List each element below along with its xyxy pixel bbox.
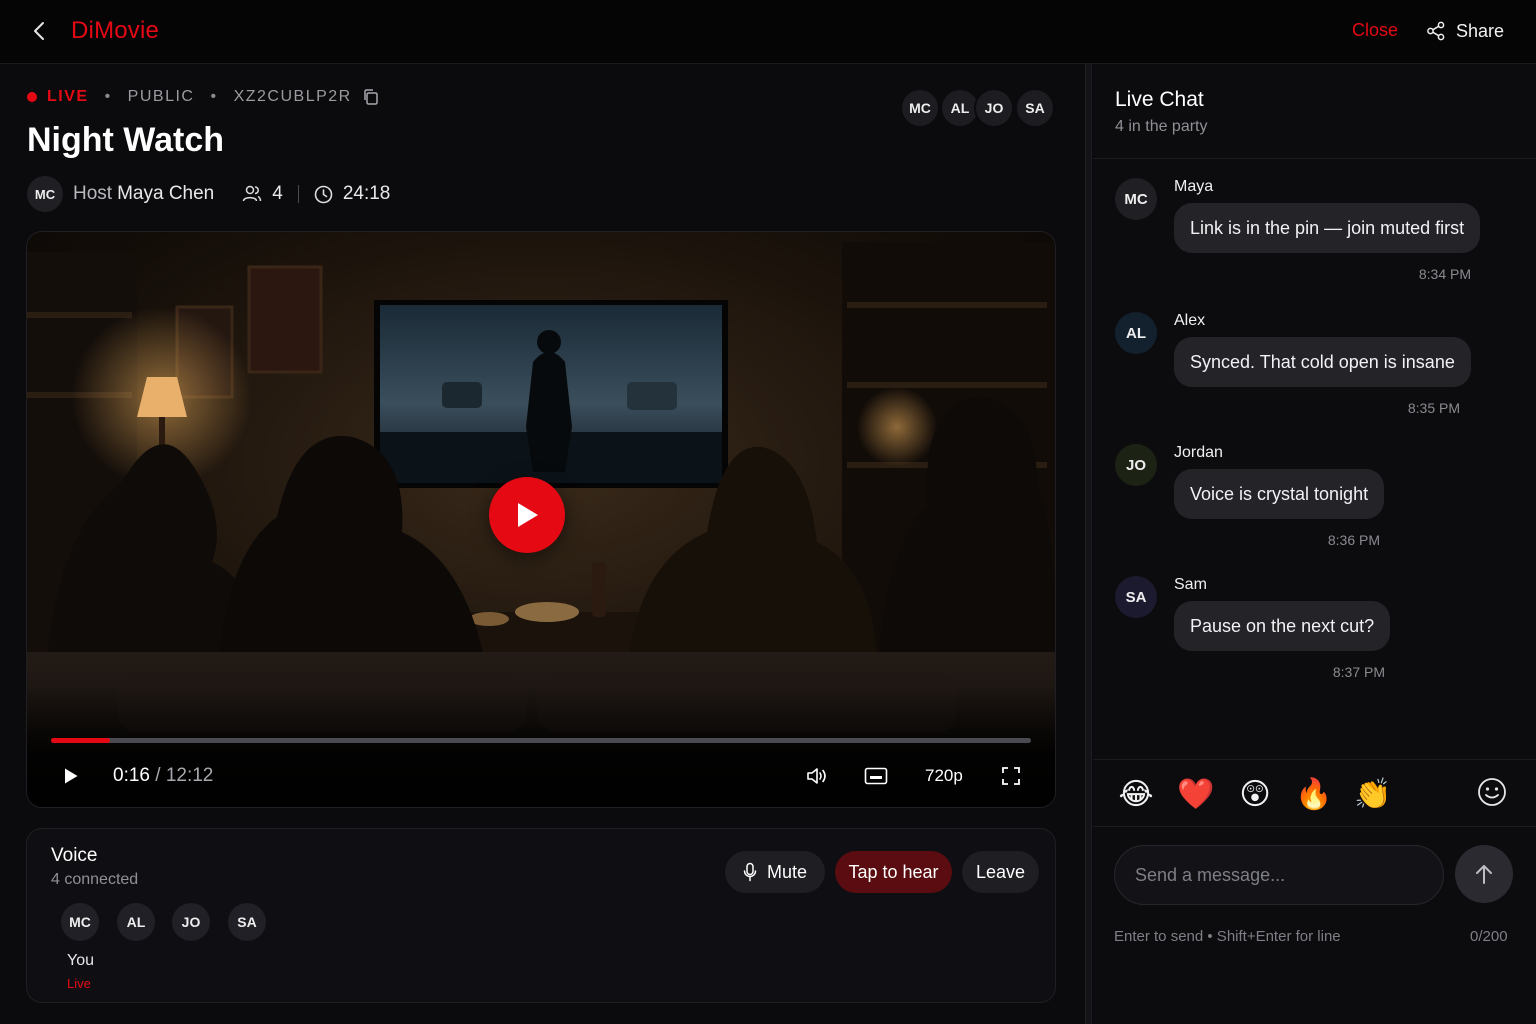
send-hint: Enter to send • Shift+Enter for line (1114, 928, 1341, 945)
reaction-fire-button[interactable]: 🔥 (1294, 774, 1334, 814)
message-avatar[interactable]: JO (1115, 444, 1157, 486)
message-author: Jordan (1174, 444, 1223, 461)
party-avatar[interactable]: JO (974, 88, 1014, 128)
host-avatar[interactable]: MC (27, 176, 63, 212)
meta-separator: • (210, 88, 218, 105)
elapsed-value: 24:18 (342, 183, 391, 204)
panel-divider[interactable] (1085, 64, 1092, 1024)
play-icon (65, 768, 78, 784)
chat-panel: Live Chat 4 in the party MC Maya Link is… (1093, 64, 1536, 1024)
seek-bar[interactable] (51, 738, 1031, 743)
fullscreen-button[interactable] (999, 764, 1023, 788)
arrow-up-icon (1476, 865, 1492, 884)
meta-separator: • (104, 88, 112, 105)
message-avatar[interactable]: MC (1115, 178, 1157, 220)
chat-header: Live Chat 4 in the party (1093, 64, 1536, 159)
message-author: Sam (1174, 576, 1207, 593)
current-time: 0:16 (113, 765, 150, 786)
play-button[interactable] (59, 764, 83, 788)
time-separator: / (155, 765, 161, 786)
room-title: Night Watch (27, 121, 225, 159)
live-badge: LIVE (47, 88, 89, 105)
message-time: 8:36 PM (1327, 532, 1380, 548)
host-row: MC Host Maya Chen 4 24:18 (27, 176, 390, 212)
reaction-bar: 😂 ❤️ 😲 🔥 👏 (1093, 759, 1536, 827)
copy-code-button[interactable] (362, 88, 380, 106)
elapsed-time: 24:18 (314, 183, 391, 205)
reaction-clap-button[interactable]: 👏 (1353, 774, 1393, 814)
quality-selector[interactable]: 720p (925, 766, 963, 786)
emoji-picker-button[interactable] (1474, 774, 1510, 810)
brand-logo[interactable]: DiMovie (71, 17, 159, 45)
party-avatar[interactable]: MC (900, 88, 940, 128)
controls-shade (27, 687, 1055, 807)
voice-member-avatar[interactable]: JO (172, 903, 210, 941)
host-name: Maya Chen (117, 183, 215, 204)
message-bubble: Link is in the pin — join muted first (1174, 203, 1481, 253)
share-button[interactable]: Share (1426, 18, 1504, 44)
party-avatar[interactable]: SA (1015, 88, 1055, 128)
self-live-status: Live (67, 976, 91, 991)
play-overlay-button[interactable] (489, 477, 565, 553)
message-author: Alex (1174, 312, 1206, 329)
fullscreen-icon (1002, 767, 1020, 785)
playback-time: 0:16 / 12:12 (113, 765, 213, 787)
back-button[interactable] (26, 18, 52, 44)
volume-button[interactable] (805, 764, 829, 788)
send-button[interactable] (1455, 845, 1513, 903)
copy-icon (363, 89, 378, 105)
chat-party-count: 4 in the party (1115, 118, 1208, 135)
message-input[interactable] (1114, 845, 1444, 905)
live-dot (27, 92, 37, 102)
subtitles-button[interactable] (863, 764, 889, 788)
share-label: Share (1456, 20, 1505, 41)
voice-panel: Voice 4 connected MC AL JO SA You Live M… (26, 828, 1056, 1003)
clock-icon (314, 185, 333, 203)
tap-to-hear-button[interactable]: Tap to hear (835, 851, 952, 893)
stat-divider (297, 185, 299, 203)
voice-member-avatar[interactable]: AL (117, 903, 155, 941)
self-label: You (67, 952, 94, 969)
microphone-icon (743, 862, 757, 882)
host-label: Host (73, 183, 113, 204)
message-avatar[interactable]: AL (1115, 312, 1157, 354)
leave-voice-button[interactable]: Leave (962, 851, 1039, 893)
message-time: 8:37 PM (1332, 664, 1385, 680)
viewer-count: 4 (242, 183, 283, 205)
video-player[interactable]: 0:16 / 12:12 720p (26, 231, 1056, 808)
room-code: XZ2CUBLP2R (233, 88, 352, 105)
voice-title: Voice (51, 845, 98, 866)
message-avatar[interactable]: SA (1115, 576, 1157, 618)
close-button[interactable]: Close (1352, 20, 1398, 41)
top-bar: DiMovie Close Share (0, 0, 1536, 64)
message-bubble: Synced. That cold open is insane (1174, 337, 1471, 387)
viewer-count-value: 4 (272, 183, 283, 204)
mute-button[interactable]: Mute (725, 851, 825, 893)
room-meta: LIVE • PUBLIC • XZ2CUBLP2R (27, 86, 380, 108)
mute-label: Mute (766, 861, 808, 882)
duration: 12:12 (165, 765, 214, 786)
seek-bar-progress (51, 738, 110, 743)
voice-member-avatar[interactable]: SA (228, 903, 266, 941)
message-author: Maya (1174, 178, 1214, 195)
users-icon (243, 185, 262, 202)
message-bubble: Pause on the next cut? (1174, 601, 1391, 651)
reaction-heart-button[interactable]: ❤️ (1176, 774, 1216, 814)
chevron-left-icon (34, 22, 44, 40)
subtitles-icon (864, 767, 888, 785)
reaction-shocked-button[interactable]: 😲 (1235, 774, 1275, 814)
visibility-label: PUBLIC (127, 88, 195, 105)
smiley-icon (1478, 778, 1506, 806)
message-time: 8:35 PM (1407, 400, 1460, 416)
voice-member-avatar[interactable]: MC (61, 903, 99, 941)
message-bubble: Voice is crystal tonight (1174, 469, 1385, 519)
message-time: 8:34 PM (1418, 266, 1471, 282)
character-counter: 0/200 (1470, 928, 1508, 945)
volume-icon (807, 768, 826, 784)
voice-connected-count: 4 connected (51, 871, 139, 888)
chat-title: Live Chat (1115, 88, 1204, 111)
reaction-laugh-button[interactable]: 😂 (1116, 774, 1156, 814)
share-icon (1427, 21, 1445, 41)
play-icon (518, 503, 538, 527)
